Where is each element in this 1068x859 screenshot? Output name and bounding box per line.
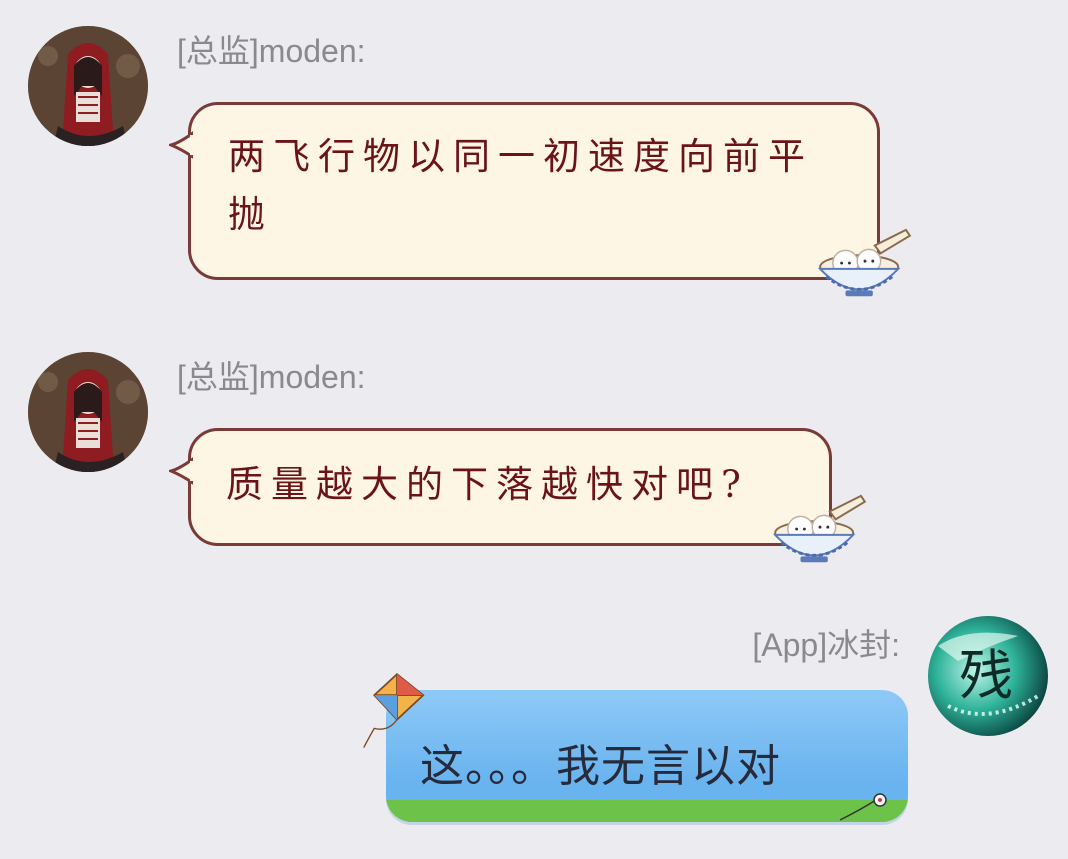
message-text-line: 两飞行物以同一初速度向前平 [228, 135, 813, 178]
avatar-moden[interactable] [28, 352, 148, 472]
message-text: 两飞行物以同一初速度向前平 抛 [228, 128, 813, 244]
message-text: 这。。。我无言以对 [420, 741, 781, 792]
sender-name: [总监]moden: [177, 359, 366, 395]
avatar-bingfeng[interactable]: 残 [928, 616, 1048, 736]
kite-tail-icon [839, 793, 887, 821]
sender-name: [总监]moden: [177, 33, 366, 69]
bubble-tail [169, 457, 193, 485]
avatar-glyph: 残 [959, 644, 1013, 707]
grass-decoration [386, 800, 908, 822]
bubble-tail [169, 131, 193, 159]
sender-name: [App]冰封: [752, 627, 900, 663]
avatar-moden[interactable] [28, 26, 148, 146]
tangyuan-bowl-icon [772, 494, 867, 563]
tangyuan-bowl-icon [817, 228, 912, 297]
message-text: 质量越大的下落越快对吧? [226, 463, 749, 506]
message-text-line: 抛 [228, 193, 273, 236]
